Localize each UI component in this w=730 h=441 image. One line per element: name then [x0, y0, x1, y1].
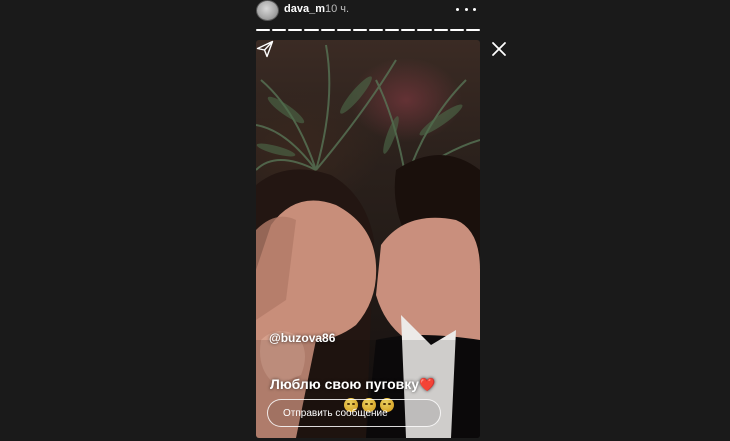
progress-segment [417, 29, 432, 31]
story-progress-bar [256, 29, 480, 31]
reply-input[interactable]: Отправить сообщение [267, 399, 441, 427]
progress-segment [433, 29, 448, 31]
close-icon[interactable] [491, 41, 507, 57]
caption-text: Люблю свою пуговку [270, 376, 420, 392]
story-media[interactable]: @buzova86 Люблю свою пуговку❤️ Отправить… [256, 40, 480, 438]
heart-emoji: ❤️ [419, 377, 436, 392]
more-horizontal-icon [456, 7, 459, 11]
more-dot [473, 7, 476, 11]
user-mention-sticker[interactable]: @buzova86 [269, 331, 335, 345]
progress-segment [368, 29, 384, 31]
reply-placeholder: Отправить сообщение [283, 407, 388, 419]
story-caption: Люблю свою пуговку❤️ [270, 376, 480, 393]
progress-segment [401, 29, 416, 31]
avatar[interactable] [256, 0, 279, 21]
send-icon[interactable] [256, 40, 274, 58]
more-dot [464, 7, 468, 11]
progress-segment [336, 29, 351, 31]
more-options-button[interactable] [456, 2, 476, 16]
username-link[interactable]: dava_m [284, 3, 325, 15]
progress-segment [304, 29, 319, 31]
progress-segment [256, 29, 271, 31]
progress-segment [385, 29, 400, 31]
progress-segment [288, 29, 303, 31]
story-viewer: dava_m 10 ч. @buzova86 Люблю свою пуговк… [0, 0, 730, 441]
story-timestamp: 10 ч. [325, 3, 350, 15]
progress-segment [449, 29, 464, 31]
progress-segment [320, 29, 335, 31]
progress-segment [272, 29, 287, 31]
progress-segment [465, 29, 480, 31]
progress-segment [352, 29, 367, 31]
